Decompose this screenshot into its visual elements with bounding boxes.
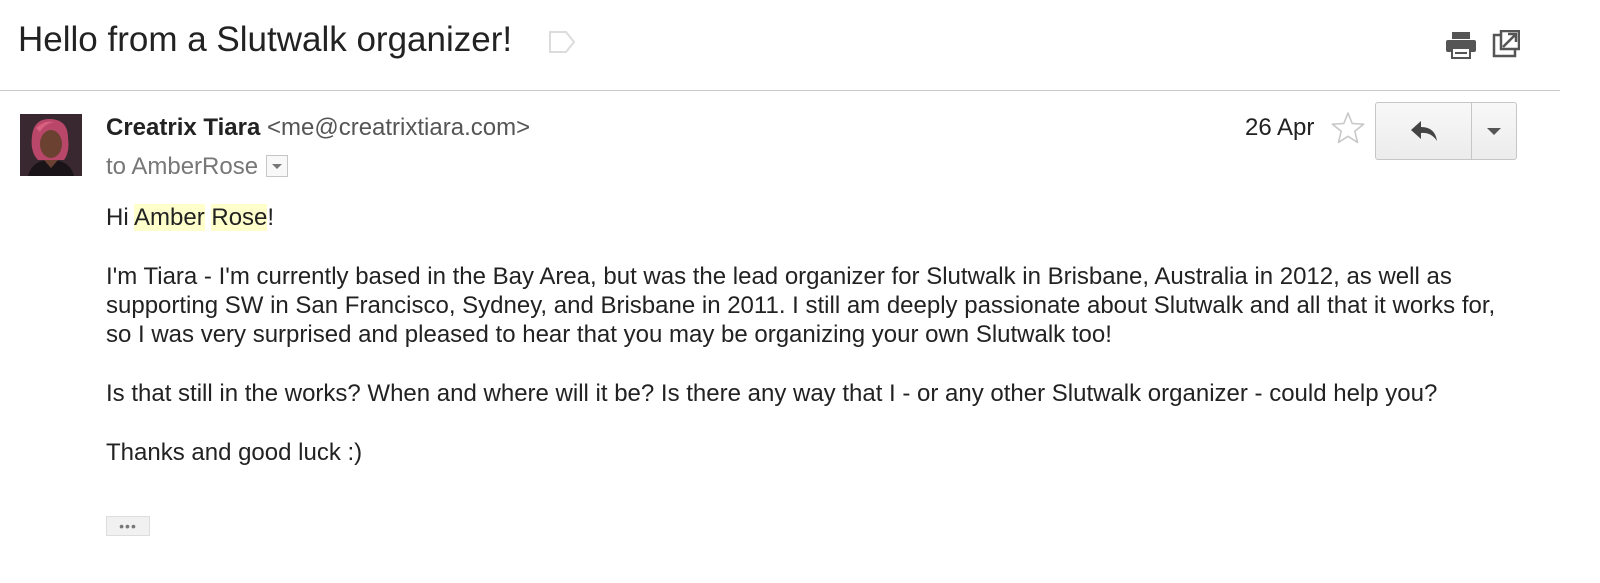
email-subject: Hello from a Slutwalk organizer! <box>18 20 513 59</box>
sender-email: <me@creatrixtiara.com> <box>266 114 531 141</box>
body-paragraph: Is that still in the works? When and whe… <box>106 380 1438 407</box>
reply-arrow-icon <box>1410 121 1437 141</box>
sender-name[interactable]: Creatrix Tiara <box>106 114 260 141</box>
chevron-down-icon <box>1487 127 1501 135</box>
message-date: 26 Apr <box>1245 114 1315 141</box>
recipient-name: AmberRose <box>131 153 259 180</box>
reply-button[interactable] <box>1376 103 1472 159</box>
greeting-text: Hi <box>106 204 135 231</box>
highlighted-name-first: Amber <box>134 204 205 231</box>
new-window-icon[interactable] <box>1492 30 1520 58</box>
sender: Creatrix Tiara <me@creatrixtiara.com> <box>106 114 530 142</box>
star-icon[interactable] <box>1330 110 1366 146</box>
recipient-prefix: to <box>106 153 127 180</box>
greeting-punctuation: ! <box>267 204 275 231</box>
label-tag-icon[interactable] <box>548 30 576 54</box>
subject-bar: Hello from a Slutwalk organizer! <box>0 0 1560 91</box>
printer-icon[interactable] <box>1444 30 1478 60</box>
more-actions-button[interactable] <box>1472 103 1516 159</box>
message-body: Hi Amber Rose! I'm Tiara - I'm currently… <box>106 203 1526 497</box>
avatar[interactable] <box>20 114 82 176</box>
reply-button-group <box>1375 102 1517 160</box>
body-paragraph: I'm Tiara - I'm currently based in the B… <box>106 263 1496 348</box>
greeting: Hi Amber Rose! <box>106 203 1526 232</box>
show-trimmed-content-button[interactable]: ••• <box>106 516 150 536</box>
body-paragraph: Thanks and good luck :) <box>106 439 363 466</box>
show-details-dropdown[interactable] <box>266 154 289 177</box>
recipient-line: to AmberRose <box>106 153 289 181</box>
highlighted-name-last: Rose <box>211 204 268 231</box>
